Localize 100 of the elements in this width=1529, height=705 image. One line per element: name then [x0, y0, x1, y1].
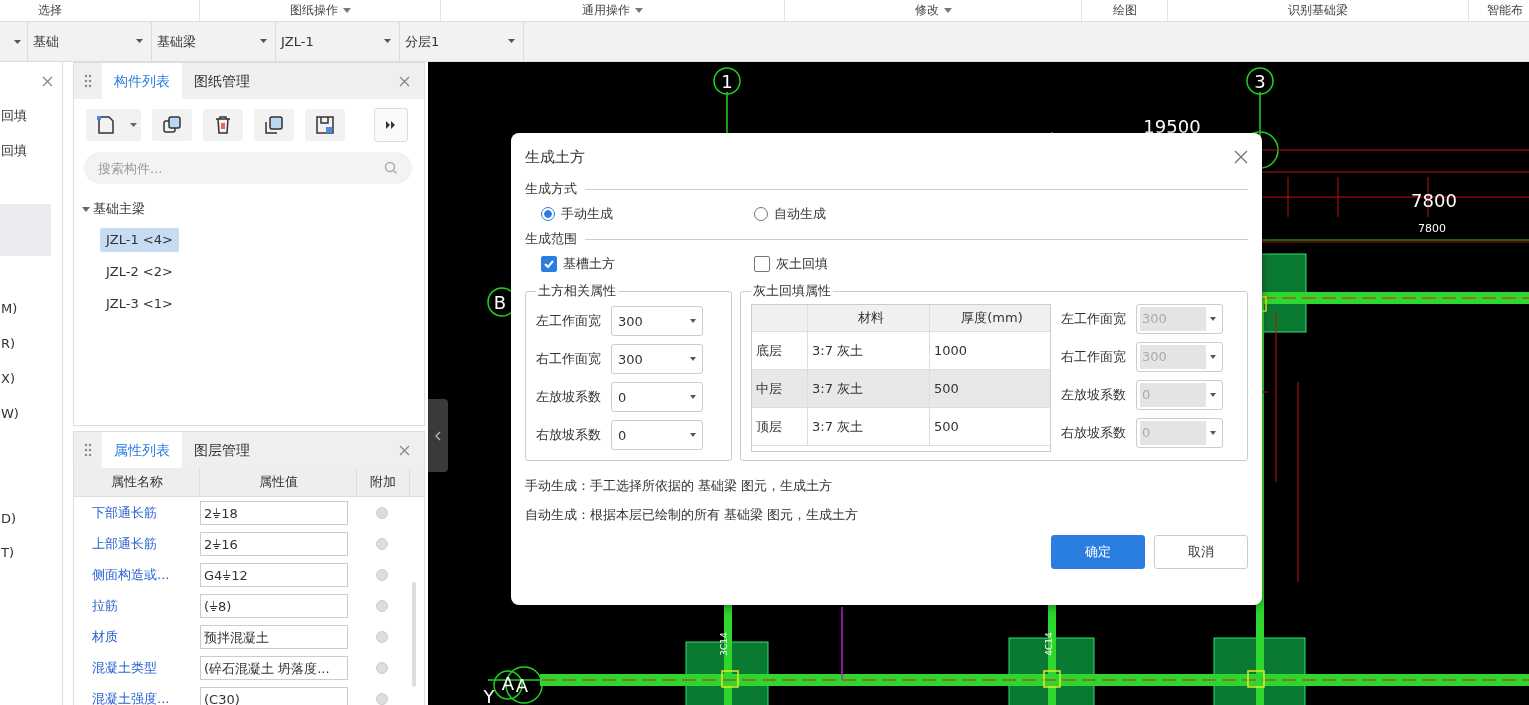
column-label: 3C14: [719, 632, 729, 656]
tab[interactable]: 属性列表: [102, 432, 182, 468]
drag-handle-icon[interactable]: [84, 443, 92, 457]
tree-item[interactable]: JZL-1 <4>: [100, 228, 179, 252]
tree-item[interactable]: JZL-3 <1>: [100, 292, 179, 316]
combo-box[interactable]: 0: [611, 420, 703, 450]
table-cell: 3:7 灰土: [808, 408, 930, 445]
table-cell: 底层: [752, 332, 808, 369]
attach-radio[interactable]: [376, 568, 388, 581]
tab[interactable]: 图纸管理: [182, 63, 262, 99]
axis-label: Y: [483, 685, 495, 705]
property-value-field[interactable]: (⏚8): [200, 593, 348, 618]
toolbar-group-label[interactable]: 识别基础梁: [1288, 2, 1348, 19]
property-name: 侧面构造或...: [91, 565, 171, 584]
collapse-handle[interactable]: [428, 399, 448, 472]
radio-button[interactable]: [541, 207, 555, 221]
dropdown[interactable]: JZL-1: [276, 22, 400, 61]
dimension-label: 19500: [1143, 115, 1201, 137]
list-item[interactable]: R): [1, 335, 51, 353]
caret-icon[interactable]: [136, 39, 143, 43]
caret-icon[interactable]: [943, 8, 952, 13]
table-cell: 中层: [752, 370, 808, 407]
tree-node[interactable]: 基础主梁: [93, 200, 145, 218]
toolbar-group-label[interactable]: 绘图: [1112, 2, 1137, 19]
new-document-icon[interactable]: [86, 109, 125, 141]
section-title: 生成方式: [525, 180, 577, 198]
table-row[interactable]: 中层 3:7 灰土 500: [752, 370, 1050, 408]
dropdown[interactable]: 基础: [28, 22, 152, 61]
caret-icon[interactable]: [342, 8, 351, 13]
drag-handle-icon[interactable]: [84, 74, 92, 88]
property-name: 下部通长筋: [91, 503, 158, 522]
toolbar-group-label[interactable]: 选择: [38, 2, 62, 19]
checkbox-label[interactable]: 基槽土方: [563, 255, 615, 273]
list-item[interactable]: X): [1, 370, 51, 388]
attach-radio[interactable]: [376, 537, 388, 550]
close-icon[interactable]: [399, 76, 410, 87]
attach-radio[interactable]: [376, 692, 388, 705]
toolbar-group-label[interactable]: 图纸操作: [289, 2, 338, 19]
property-value-field[interactable]: (C30): [200, 686, 348, 705]
list-item[interactable]: D): [1, 510, 51, 528]
copy-icon[interactable]: [152, 109, 192, 141]
scrollbar[interactable]: [412, 582, 416, 687]
tab[interactable]: 构件列表: [102, 63, 182, 99]
property-name: 拉筋: [91, 596, 119, 615]
toolbar-group-label[interactable]: 智能布: [1487, 2, 1523, 19]
close-icon[interactable]: [42, 76, 53, 87]
attach-radio[interactable]: [376, 661, 388, 674]
list-item[interactable]: M): [1, 300, 51, 318]
save-icon[interactable]: [305, 109, 345, 141]
caret-icon[interactable]: [260, 39, 267, 43]
combo-box[interactable]: 300: [611, 344, 703, 374]
caret-icon[interactable]: [384, 39, 391, 43]
dropdown[interactable]: 分层1: [400, 22, 524, 61]
checkbox[interactable]: [754, 256, 770, 272]
expand-caret-icon[interactable]: [82, 205, 90, 213]
search-field[interactable]: 搜索构件...: [84, 152, 412, 184]
radio-label[interactable]: 自动生成: [774, 205, 826, 223]
property-value-field[interactable]: 2⏚18: [200, 500, 348, 525]
list-item[interactable]: W): [1, 405, 51, 423]
duplicate-icon[interactable]: [254, 109, 294, 141]
radio-label[interactable]: 手动生成: [561, 205, 613, 223]
property-value-field[interactable]: 预拌混凝土: [200, 624, 348, 649]
attach-radio[interactable]: [376, 599, 388, 612]
combo-box[interactable]: 300: [611, 306, 703, 336]
checkbox[interactable]: [541, 256, 557, 272]
property-value-field[interactable]: 2⏚16: [200, 531, 348, 556]
column-header: 材料: [808, 305, 930, 331]
delete-icon[interactable]: [203, 109, 243, 141]
close-icon[interactable]: [399, 445, 410, 456]
dimension-label: 7800: [1418, 221, 1446, 235]
field-label: 左放坡系数: [1061, 386, 1126, 404]
close-icon[interactable]: [1234, 150, 1248, 164]
column-header: 附加: [357, 468, 410, 496]
toolbar-group-label[interactable]: 通用操作: [582, 2, 630, 19]
caret-icon[interactable]: [508, 39, 515, 43]
cancel-button[interactable]: 取消: [1154, 535, 1248, 569]
confirm-button[interactable]: 确定: [1051, 535, 1145, 569]
search-icon: [384, 161, 398, 175]
caret-icon[interactable]: [635, 8, 643, 13]
checkbox-label[interactable]: 灰土回填: [776, 255, 828, 273]
attach-radio[interactable]: [376, 630, 388, 643]
table-row[interactable]: 顶层 3:7 灰土 500: [752, 408, 1050, 446]
attach-radio[interactable]: [376, 506, 388, 519]
caret-icon[interactable]: [125, 109, 141, 141]
caret-icon[interactable]: [14, 39, 21, 44]
section-title: 生成范围: [525, 230, 577, 248]
property-value-field[interactable]: G4⏚12: [200, 562, 348, 587]
property-value-field[interactable]: (碎石混凝土 坍落度...: [200, 655, 348, 680]
property-name: 混凝土类型: [91, 658, 158, 677]
combo-box[interactable]: 0: [611, 382, 703, 412]
dropdown[interactable]: 基础梁: [152, 22, 276, 61]
tab[interactable]: 图层管理: [182, 432, 262, 468]
column-label: 4C14: [1044, 632, 1054, 656]
dimension-label: 7800: [1411, 189, 1457, 211]
toolbar-group-label[interactable]: 修改: [914, 2, 939, 19]
list-item[interactable]: 回填: [1, 142, 51, 160]
list-item[interactable]: 回填: [1, 107, 51, 125]
more-icon[interactable]: [374, 108, 408, 142]
tree-item[interactable]: JZL-2 <2>: [100, 260, 179, 284]
list-item[interactable]: T): [1, 544, 51, 562]
